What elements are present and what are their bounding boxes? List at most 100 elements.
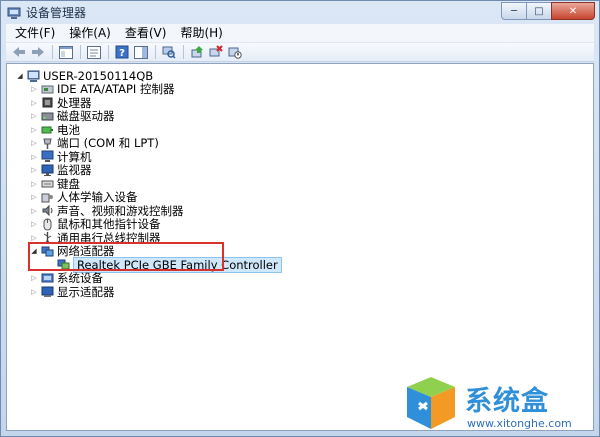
tree-item-category[interactable]: ▷ 声音、视频和游戏控制器	[29, 204, 183, 218]
toolbar: ?	[6, 42, 594, 62]
expand-arrow-icon[interactable]: ▷	[29, 206, 39, 216]
processor-icon	[41, 96, 54, 109]
expand-arrow-icon[interactable]: ▷	[29, 111, 39, 121]
tree-item-label: 磁盘驱动器	[57, 109, 115, 124]
tree-item-category[interactable]: ▷ 监视器	[29, 163, 92, 178]
menu-file[interactable]: 文件(F)	[8, 24, 62, 42]
tree-item-label: 显示适配器	[57, 284, 115, 299]
expand-arrow-icon[interactable]: ▷	[29, 165, 39, 175]
disable-device-button[interactable]	[226, 44, 244, 60]
expand-arrow-icon[interactable]: ▷	[29, 84, 39, 94]
show-hide-tree-button[interactable]	[57, 44, 75, 60]
tree-item-label: 监视器	[57, 163, 92, 178]
sound-icon	[41, 204, 54, 217]
console-tree-icon	[59, 45, 73, 59]
tree-item-category[interactable]: ▷ 计算机	[29, 149, 92, 164]
toolbar-separator	[108, 45, 109, 59]
tree-item-category[interactable]: ▷ 人体学输入设备	[29, 190, 138, 205]
computer-icon	[41, 150, 54, 163]
tree-item-label: USER-20150114QB	[43, 69, 154, 83]
watermark-text: 系统盒	[465, 386, 549, 417]
toolbar-separator	[80, 45, 81, 59]
update-driver-icon	[191, 46, 203, 58]
mouse-icon	[41, 218, 54, 231]
window-title: 设备管理器	[26, 6, 87, 20]
tree-item-label: 处理器	[57, 95, 92, 110]
watermark-url: www.xitonghe.com	[467, 417, 572, 430]
forward-arrow-icon	[32, 47, 44, 57]
tree-item-label: 端口 (COM 和 LPT)	[57, 136, 159, 151]
help-icon: ?	[115, 45, 129, 59]
tree-item-category[interactable]: ▷ 键盘	[29, 177, 80, 191]
action-pane-icon	[134, 45, 148, 59]
device-manager-app-icon	[7, 6, 21, 20]
tree-item-label: 电池	[57, 122, 80, 137]
maximize-button[interactable]: □	[526, 2, 552, 20]
uninstall-button[interactable]	[207, 44, 225, 60]
tree-item-label: 鼠标和其他指针设备	[57, 217, 161, 232]
tree-item-category[interactable]: ▷ 磁盘驱动器	[29, 109, 115, 124]
update-driver-button[interactable]	[188, 44, 206, 60]
properties-button[interactable]	[85, 44, 103, 60]
svg-text:?: ?	[119, 48, 125, 59]
expand-arrow-icon[interactable]: ▷	[29, 98, 39, 108]
tree-root[interactable]: ◢ USER-20150114QB	[15, 69, 153, 83]
uninstall-icon	[209, 45, 223, 57]
disable-device-icon	[228, 47, 242, 59]
tree-item-category[interactable]: ▷ IDE ATA/ATAPI 控制器	[29, 82, 174, 96]
menu-bar: 文件(F) 操作(A) 查看(V) 帮助(H)	[6, 24, 594, 42]
expand-arrow-icon[interactable]: ▷	[29, 138, 39, 148]
maximize-icon: □	[534, 5, 544, 17]
expand-arrow-icon[interactable]: ▷	[29, 152, 39, 162]
system-device-icon	[41, 272, 54, 285]
menu-view[interactable]: 查看(V)	[118, 24, 174, 42]
forward-button[interactable]	[29, 44, 47, 60]
tree-item-category[interactable]: ▷ 端口 (COM 和 LPT)	[29, 136, 159, 150]
help-button[interactable]: ?	[113, 44, 131, 60]
watermark: 系统盒 www.xitonghe.com	[401, 373, 599, 435]
title-bar: 设备管理器 ─ □ ✕	[1, 1, 599, 24]
back-button[interactable]	[10, 44, 28, 60]
collapse-arrow-icon[interactable]: ◢	[15, 71, 25, 81]
tree-item-category[interactable]: ▷ 显示适配器	[29, 284, 115, 299]
close-button[interactable]: ✕	[551, 2, 595, 20]
menu-help[interactable]: 帮助(H)	[173, 24, 229, 42]
port-icon	[41, 137, 54, 150]
minimize-icon: ─	[510, 5, 518, 17]
expand-arrow-icon[interactable]: ▷	[29, 287, 39, 297]
toolbar-separator	[52, 45, 53, 59]
ide-controller-icon	[41, 83, 54, 96]
computer-root-icon	[27, 70, 40, 83]
scan-hardware-button[interactable]	[160, 44, 178, 60]
device-manager-window: 设备管理器 ─ □ ✕ 文件(F) 操作(A) 查看(V) 帮助(H) ? ◢ …	[0, 0, 600, 437]
tree-item-category[interactable]: ▷ 系统设备	[29, 271, 103, 285]
highlight-annotation-box	[28, 242, 224, 271]
expand-arrow-icon[interactable]: ▷	[29, 219, 39, 229]
tree-item-label: IDE ATA/ATAPI 控制器	[57, 82, 175, 97]
action-pane-button[interactable]	[132, 44, 150, 60]
tree-item-category[interactable]: ▷ 处理器	[29, 95, 92, 110]
expand-arrow-icon[interactable]: ▷	[29, 273, 39, 283]
tree-item-label: 计算机	[57, 149, 92, 164]
battery-icon	[41, 123, 54, 136]
display-adapter-icon	[41, 285, 54, 298]
tree-item-label: 人体学输入设备	[57, 190, 138, 205]
hid-icon	[41, 191, 54, 204]
scan-hardware-icon	[162, 46, 176, 59]
menu-action[interactable]: 操作(A)	[62, 24, 118, 42]
expand-arrow-icon[interactable]: ▷	[29, 179, 39, 189]
expand-arrow-icon[interactable]: ▷	[29, 125, 39, 135]
back-arrow-icon	[13, 47, 25, 57]
tree-item-category[interactable]: ▷ 电池	[29, 123, 80, 137]
minimize-button[interactable]: ─	[501, 2, 527, 20]
monitor-icon	[41, 164, 54, 177]
tree-item-label: 键盘	[57, 176, 80, 191]
window-controls: ─ □ ✕	[501, 2, 595, 20]
disk-drive-icon	[41, 110, 54, 123]
watermark-logo-icon	[407, 377, 455, 429]
expand-arrow-icon[interactable]: ▷	[29, 192, 39, 202]
tree-item-label: 系统设备	[57, 271, 103, 286]
tree-item-category[interactable]: ▷ 鼠标和其他指针设备	[29, 217, 161, 232]
keyboard-icon	[41, 177, 54, 190]
close-icon: ✕	[568, 5, 578, 17]
